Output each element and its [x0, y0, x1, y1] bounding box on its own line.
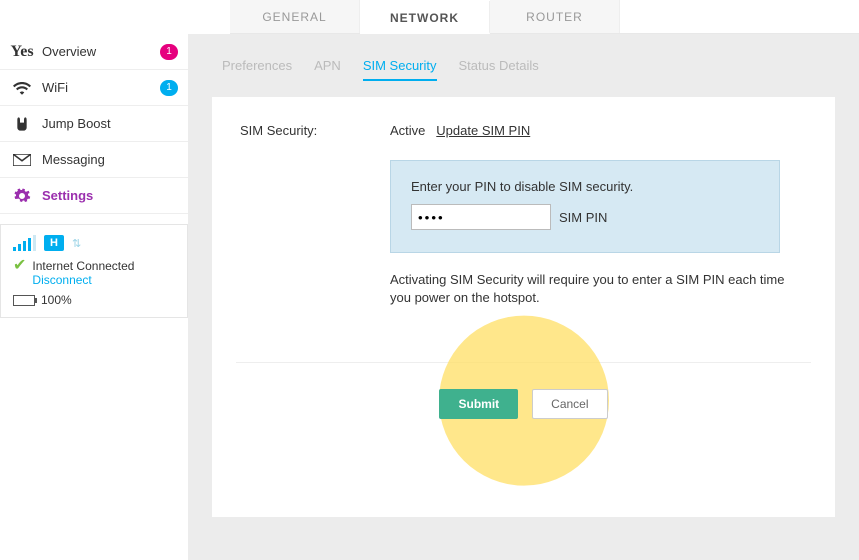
check-icon: ✔: [13, 259, 26, 273]
signal-icon: [13, 235, 36, 251]
gear-icon: [10, 187, 34, 205]
sidebar-item-overview[interactable]: Yes Overview 1: [0, 34, 188, 70]
sidebar-item-label: Overview: [34, 44, 160, 59]
update-sim-pin-link[interactable]: Update SIM PIN: [436, 123, 530, 138]
sidebar-item-label: Settings: [34, 188, 178, 203]
sim-security-state: Active: [390, 123, 425, 138]
sim-security-label: SIM Security:: [240, 123, 390, 306]
sub-tabs: Preferences APN SIM Security Status Deta…: [188, 48, 859, 87]
sidebar-item-label: Messaging: [34, 152, 178, 167]
sidebar-item-settings[interactable]: Settings: [0, 178, 188, 214]
connection-status: Internet Connected: [32, 259, 134, 273]
tab-network[interactable]: NETWORK: [360, 1, 490, 34]
network-type-badge: H: [44, 235, 64, 251]
sidebar: Yes Overview 1 WiFi 1 Jump Boost Messagi…: [0, 34, 188, 318]
subtab-apn[interactable]: APN: [314, 58, 341, 81]
sidebar-item-jumpboost[interactable]: Jump Boost: [0, 106, 188, 142]
tab-router[interactable]: ROUTER: [490, 0, 620, 33]
pin-entry-box: Enter your PIN to disable SIM security. …: [390, 160, 780, 253]
subtab-preferences[interactable]: Preferences: [222, 58, 292, 81]
sidebar-item-messaging[interactable]: Messaging: [0, 142, 188, 178]
disconnect-link[interactable]: Disconnect: [32, 273, 134, 287]
sidebar-item-label: WiFi: [34, 80, 160, 95]
sidebar-item-wifi[interactable]: WiFi 1: [0, 70, 188, 106]
submit-button[interactable]: Submit: [439, 389, 518, 419]
wifi-badge: 1: [160, 80, 178, 96]
tab-general[interactable]: GENERAL: [230, 0, 360, 33]
top-tabs: GENERAL NETWORK ROUTER: [230, 0, 859, 34]
cancel-button[interactable]: Cancel: [532, 389, 607, 419]
status-panel: H ⇅ ✔ Internet Connected Disconnect 100%: [0, 224, 188, 318]
pin-hint: Enter your PIN to disable SIM security.: [411, 179, 759, 194]
data-arrows-icon: ⇅: [72, 237, 81, 250]
battery-percent: 100%: [41, 293, 72, 307]
sim-pin-input[interactable]: [411, 204, 551, 230]
yes-logo-icon: Yes: [10, 43, 34, 61]
action-row: Submit Cancel: [240, 389, 807, 419]
subtab-status-details[interactable]: Status Details: [459, 58, 539, 81]
battery-icon: [13, 295, 35, 306]
sim-security-note: Activating SIM Security will require you…: [390, 271, 790, 306]
subtab-sim-security[interactable]: SIM Security: [363, 58, 437, 81]
sim-pin-field-label: SIM PIN: [559, 210, 607, 225]
content-card: SIM Security: Active Update SIM PIN Ente…: [212, 97, 835, 517]
sidebar-item-label: Jump Boost: [34, 116, 178, 131]
envelope-icon: [10, 154, 34, 166]
wifi-icon: [10, 81, 34, 95]
jumpboost-icon: [10, 116, 34, 132]
overview-badge: 1: [160, 44, 178, 60]
main-panel: Preferences APN SIM Security Status Deta…: [188, 34, 859, 560]
